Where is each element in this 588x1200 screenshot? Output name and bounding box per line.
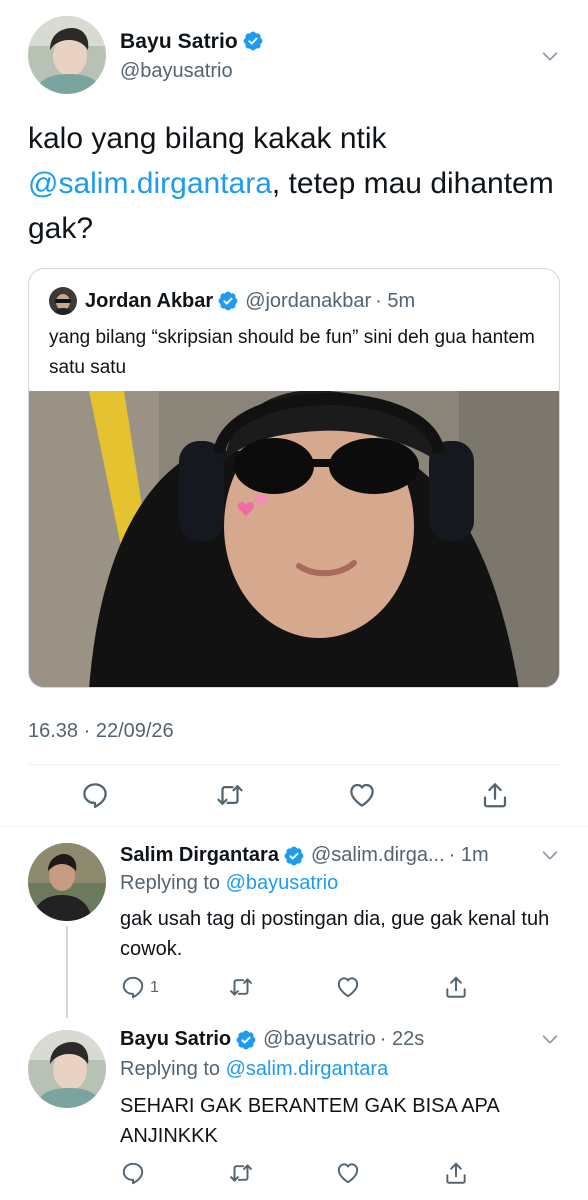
reply-count: 1 <box>150 979 159 996</box>
chevron-down-icon[interactable] <box>539 1028 561 1050</box>
reply-time[interactable]: · 1m <box>449 844 489 867</box>
reply-author-name[interactable]: Salim Dirgantara <box>120 844 279 867</box>
replying-to: Replying to @bayusatrio <box>120 872 338 895</box>
verified-badge-icon <box>283 845 305 867</box>
quoted-time: · 5m <box>375 289 416 312</box>
replying-to-handle[interactable]: @bayusatrio <box>226 872 339 894</box>
author-name[interactable]: Bayu Satrio <box>120 30 264 54</box>
quoted-author-name: Jordan Akbar <box>85 289 214 312</box>
replying-to: Replying to @salim.dirgantara <box>120 1058 388 1081</box>
author-avatar[interactable] <box>28 16 106 94</box>
reply-text: gak usah tag di postingan dia, gue gak k… <box>120 908 550 960</box>
main-tweet: Bayu Satrio @bayusatrio kalo yang bilang… <box>0 0 588 828</box>
retweet-icon[interactable] <box>215 780 245 810</box>
tweet-timestamp[interactable]: 16.38 · 22/09/26 <box>28 720 174 743</box>
reply-icon[interactable] <box>120 1160 146 1186</box>
share-icon[interactable] <box>443 1160 469 1186</box>
like-icon[interactable] <box>335 974 361 1000</box>
replying-to-handle[interactable]: @salim.dirgantara <box>226 1058 389 1080</box>
reply-tweet[interactable]: Salim Dirgantara @salim.dirga... · 1m Re… <box>0 828 588 1018</box>
divider <box>28 764 560 765</box>
replying-to-label: Replying to <box>120 872 221 894</box>
reply-author-handle[interactable]: @salim.dirga... <box>311 844 445 867</box>
reply-author-handle[interactable]: @bayusatrio <box>263 1028 376 1051</box>
thread-line <box>66 926 68 1018</box>
chevron-down-icon[interactable] <box>539 844 561 866</box>
quoted-tweet[interactable]: Jordan Akbar @jordanakbar · 5m yang bila… <box>28 268 560 688</box>
reply-author-name[interactable]: Bayu Satrio <box>120 1028 231 1051</box>
reply-time[interactable]: · 22s <box>380 1028 424 1051</box>
like-icon[interactable] <box>347 780 377 810</box>
author-name-text[interactable]: Bayu Satrio <box>120 30 238 53</box>
reply-author-avatar[interactable] <box>28 843 106 921</box>
quoted-author-handle: @jordanakbar <box>245 289 372 312</box>
verified-badge-icon <box>235 1029 257 1051</box>
share-icon[interactable] <box>480 780 510 810</box>
reply-text: SEHARI GAK BERANTEM GAK BISA APA ANJINKK… <box>120 1095 499 1147</box>
retweet-icon[interactable] <box>228 974 254 1000</box>
verified-badge-icon <box>217 290 239 312</box>
quoted-tweet-header: Jordan Akbar @jordanakbar · 5m <box>49 287 415 315</box>
reply-author-avatar[interactable] <box>28 1030 106 1108</box>
like-icon[interactable] <box>335 1160 361 1186</box>
quoted-author-avatar <box>49 287 77 315</box>
retweet-icon[interactable] <box>228 1160 254 1186</box>
divider <box>0 826 588 827</box>
reply-icon[interactable] <box>80 780 110 810</box>
author-handle[interactable]: @bayusatrio <box>120 60 233 83</box>
quoted-tweet-text: yang bilang “skripsian should be fun” si… <box>49 327 535 378</box>
verified-badge-icon <box>242 30 264 52</box>
mention-link[interactable]: @salim.dirgantara <box>28 167 272 200</box>
tweet-text: kalo yang bilang kakak ntik @salim.dirga… <box>28 116 558 251</box>
reply-header: Salim Dirgantara @salim.dirga... · 1m <box>120 844 489 867</box>
reply-header: Bayu Satrio @bayusatrio · 22s <box>120 1028 424 1051</box>
tweet-text-before: kalo yang bilang kakak ntik <box>28 122 387 155</box>
reply-tweet[interactable]: Bayu Satrio @bayusatrio · 22s Replying t… <box>0 1018 588 1200</box>
chevron-down-icon[interactable] <box>539 45 561 67</box>
reply-icon[interactable] <box>120 974 146 1000</box>
quoted-tweet-photo[interactable] <box>29 390 559 687</box>
replying-to-label: Replying to <box>120 1058 221 1080</box>
share-icon[interactable] <box>443 974 469 1000</box>
